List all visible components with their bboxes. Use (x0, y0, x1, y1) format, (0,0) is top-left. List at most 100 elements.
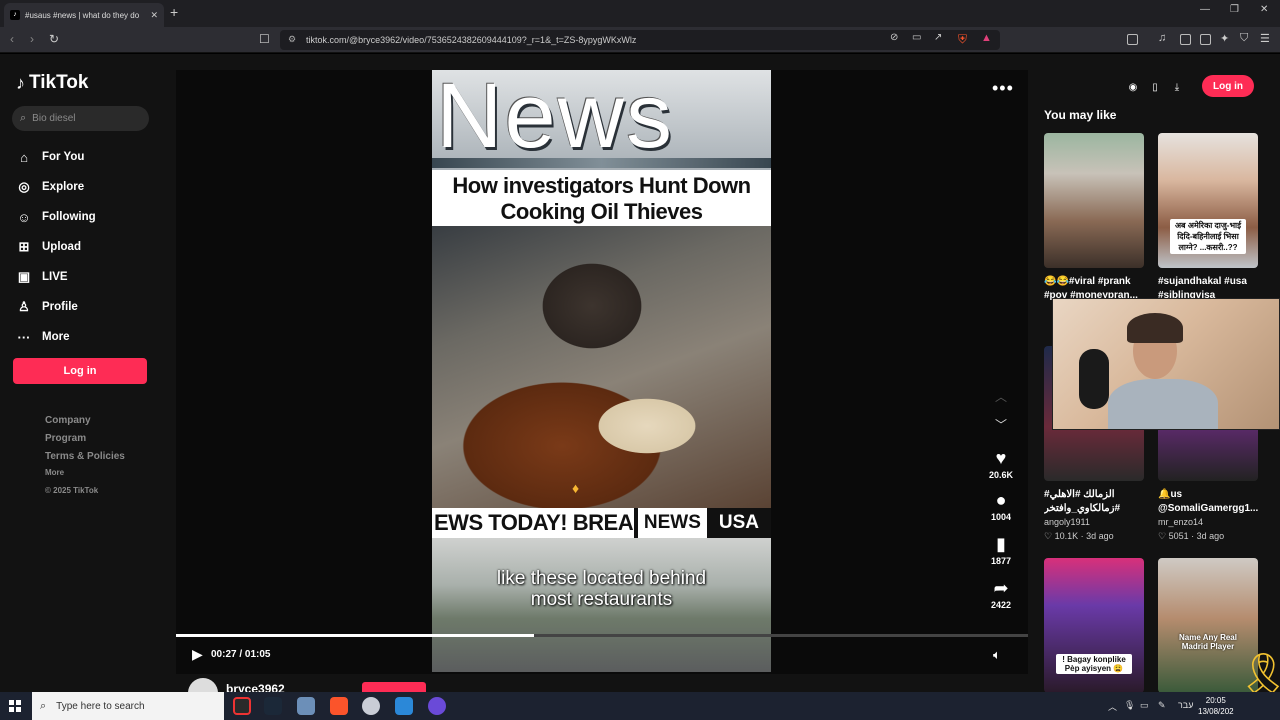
sidebar-item-for-you[interactable]: ⌂ For You (14, 142, 96, 172)
comment-button[interactable]: ● 1004 (980, 490, 1022, 522)
sidebar-item-following[interactable]: ☺ Following (14, 202, 95, 232)
vpn-icon[interactable]: ⛉ (1240, 32, 1248, 45)
video-frame[interactable]: News How investigators Hunt Down Cooking… (432, 70, 771, 672)
recommended-card[interactable]: अब अमेरिका दाजु-भाई दिदि-बहिनीलाई भिसा ल… (1158, 133, 1258, 303)
site-info-icon[interactable]: ⚙ (288, 34, 296, 45)
taskbar-clock[interactable]: 20:05 13/08/202 (1198, 695, 1234, 717)
sidebar-nav: ⌂ For You ◎ Explore ☺ Following ⊞ Upload… (14, 142, 96, 352)
browser-tab[interactable]: ♪ #usaus #news | what do they do ✕ (4, 3, 164, 27)
bookmark-icon[interactable]: ☐ (259, 32, 270, 46)
ticker-scroll-text: EWS TODAY! BREAI (434, 510, 634, 535)
taskbar-search[interactable]: ⌕ Type here to search (32, 692, 224, 720)
sidebar-item-profile[interactable]: ♙ Profile (14, 292, 96, 322)
comment-icon: ● (995, 490, 1007, 510)
card-thumbnail[interactable] (1044, 133, 1144, 268)
coin-icon[interactable]: ◉ (1122, 82, 1144, 93)
brave-shield-icon[interactable]: ⛨ (958, 32, 967, 47)
previous-video-icon[interactable]: ︿ (995, 388, 1007, 405)
sidebar-login-button[interactable]: Log in (13, 358, 147, 384)
menu-icon[interactable]: ☰ (1260, 32, 1270, 45)
next-video-icon[interactable]: ﹀ (995, 416, 1007, 433)
sidebar-item-upload[interactable]: ⊞ Upload (14, 232, 96, 262)
mic-icon[interactable]: 🎙︎ (1124, 700, 1135, 711)
follow-button[interactable] (362, 682, 426, 692)
reader-off-icon[interactable]: ⊘ (890, 32, 898, 43)
more-dots-icon: ··· (17, 329, 31, 345)
download-icon[interactable]: ⤓ (1166, 82, 1188, 93)
footer-more-link[interactable]: More (45, 466, 125, 480)
brave-rewards-icon[interactable]: ▲ (981, 32, 992, 44)
sidebar-item-explore[interactable]: ◎ Explore (14, 172, 96, 202)
app-obs-icon[interactable] (233, 697, 251, 715)
volume-icon[interactable]: 🔈︎ (993, 647, 1001, 663)
pen-icon[interactable]: ✎ (1158, 700, 1166, 711)
tiktok-note-icon: ♪ (16, 72, 25, 93)
app-edit-icon[interactable] (395, 697, 413, 715)
windows-start-icon[interactable] (9, 700, 21, 712)
like-button[interactable]: ♥ 20.6K (980, 448, 1022, 480)
caption-line2: most restaurants (530, 589, 673, 610)
app-discord-icon[interactable] (428, 697, 446, 715)
search-input[interactable] (32, 113, 133, 124)
card-thumbnail[interactable]: अब अमेरिका दाजु-भाई दिदि-बहिनीलाई भिसा ल… (1158, 133, 1258, 268)
card-thumbnail[interactable]: ! Bagay konplike Pèp ayisyen 😩 (1044, 558, 1144, 692)
profile-icon: ♙ (18, 299, 30, 314)
language-indicator[interactable]: עבר (1178, 700, 1193, 710)
progress-bar[interactable] (176, 634, 1028, 637)
media-icon[interactable]: ♫ (1158, 32, 1166, 44)
wallet-icon[interactable] (1200, 34, 1211, 45)
browser-tab-bar: ♪ #usaus #news | what do they do ✕ + — ❐… (0, 0, 1280, 27)
reload-icon[interactable]: ↻ (49, 32, 59, 46)
bookmark-icon: ▮ (996, 534, 1006, 554)
author-name[interactable]: bryce3962 (226, 682, 285, 692)
share-arrow-icon: ➦ (993, 578, 1009, 598)
search-icon: ⌕ (40, 699, 47, 712)
forward-icon[interactable]: › (30, 32, 34, 46)
save-button[interactable]: ▮ 1877 (980, 534, 1022, 566)
sidebar-toggle-icon[interactable] (1127, 34, 1138, 45)
video-player[interactable]: News How investigators Hunt Down Cooking… (176, 70, 1028, 692)
sidebar-item-label: LIVE (42, 271, 68, 283)
footer-terms-link[interactable]: Terms & Policies (45, 448, 125, 466)
sidebar-item-live[interactable]: ▣ LIVE (14, 262, 96, 292)
app-brave-icon[interactable] (330, 697, 348, 715)
app-steam-icon[interactable] (264, 697, 282, 715)
share-button[interactable]: ➦ 2422 (980, 578, 1022, 610)
user-icon: ☺ (17, 209, 31, 225)
footer-company-link[interactable]: Company (45, 412, 125, 430)
sidebar-panel-icon[interactable] (1180, 34, 1191, 45)
card-author[interactable]: mr_enzo14 (1158, 517, 1258, 527)
sidebar-item-more[interactable]: ··· More (14, 322, 96, 352)
taskbar-search-placeholder: Type here to search (56, 700, 145, 712)
sidebar-item-label: Explore (42, 181, 85, 193)
tray-arrow-icon[interactable]: ︿ (1108, 700, 1117, 713)
compass-icon: ◎ (18, 179, 30, 194)
phone-icon[interactable]: ▯ (1144, 82, 1166, 93)
more-options-icon[interactable]: ••• (992, 78, 1014, 99)
recommended-card[interactable]: ! Bagay konplike Pèp ayisyen 😩 (1044, 558, 1144, 692)
close-window-icon[interactable]: ✕ (1260, 4, 1268, 15)
footer-program-link[interactable]: Program (45, 430, 125, 448)
live-tv-icon: ▣ (17, 269, 31, 284)
search-box[interactable]: ⌕ (12, 106, 149, 131)
app-shield-icon[interactable] (362, 697, 380, 715)
network-icon[interactable]: ▭ (1140, 700, 1149, 711)
close-tab-icon[interactable]: ✕ (150, 10, 158, 21)
cast-icon[interactable]: ▭ (912, 32, 921, 43)
recommended-card[interactable]: 😂😂#viral #prank #pov #moneypran... (1044, 133, 1144, 303)
play-icon[interactable]: ▶ (192, 646, 203, 663)
restore-icon[interactable]: ❐ (1230, 4, 1239, 15)
footer-links: Company Program Terms & Policies More (45, 412, 125, 480)
video-headline: How investigators Hunt Down Cooking Oil … (432, 170, 771, 226)
card-title: 🔔us @SomaliGamergg1... (1158, 489, 1258, 514)
back-icon[interactable]: ‹ (10, 32, 14, 46)
share-icon[interactable]: ↗ (934, 32, 942, 43)
header-login-button[interactable]: Log in (1202, 75, 1254, 97)
app-files-icon[interactable] (297, 697, 315, 715)
card-author[interactable]: angoly1911 (1044, 517, 1144, 527)
tiktok-logo[interactable]: ♪ TikTok (16, 72, 88, 94)
new-tab-icon[interactable]: + (170, 4, 178, 20)
leo-ai-icon[interactable]: ✦ (1220, 32, 1229, 45)
minimize-icon[interactable]: — (1200, 4, 1210, 15)
avatar[interactable] (188, 678, 218, 692)
